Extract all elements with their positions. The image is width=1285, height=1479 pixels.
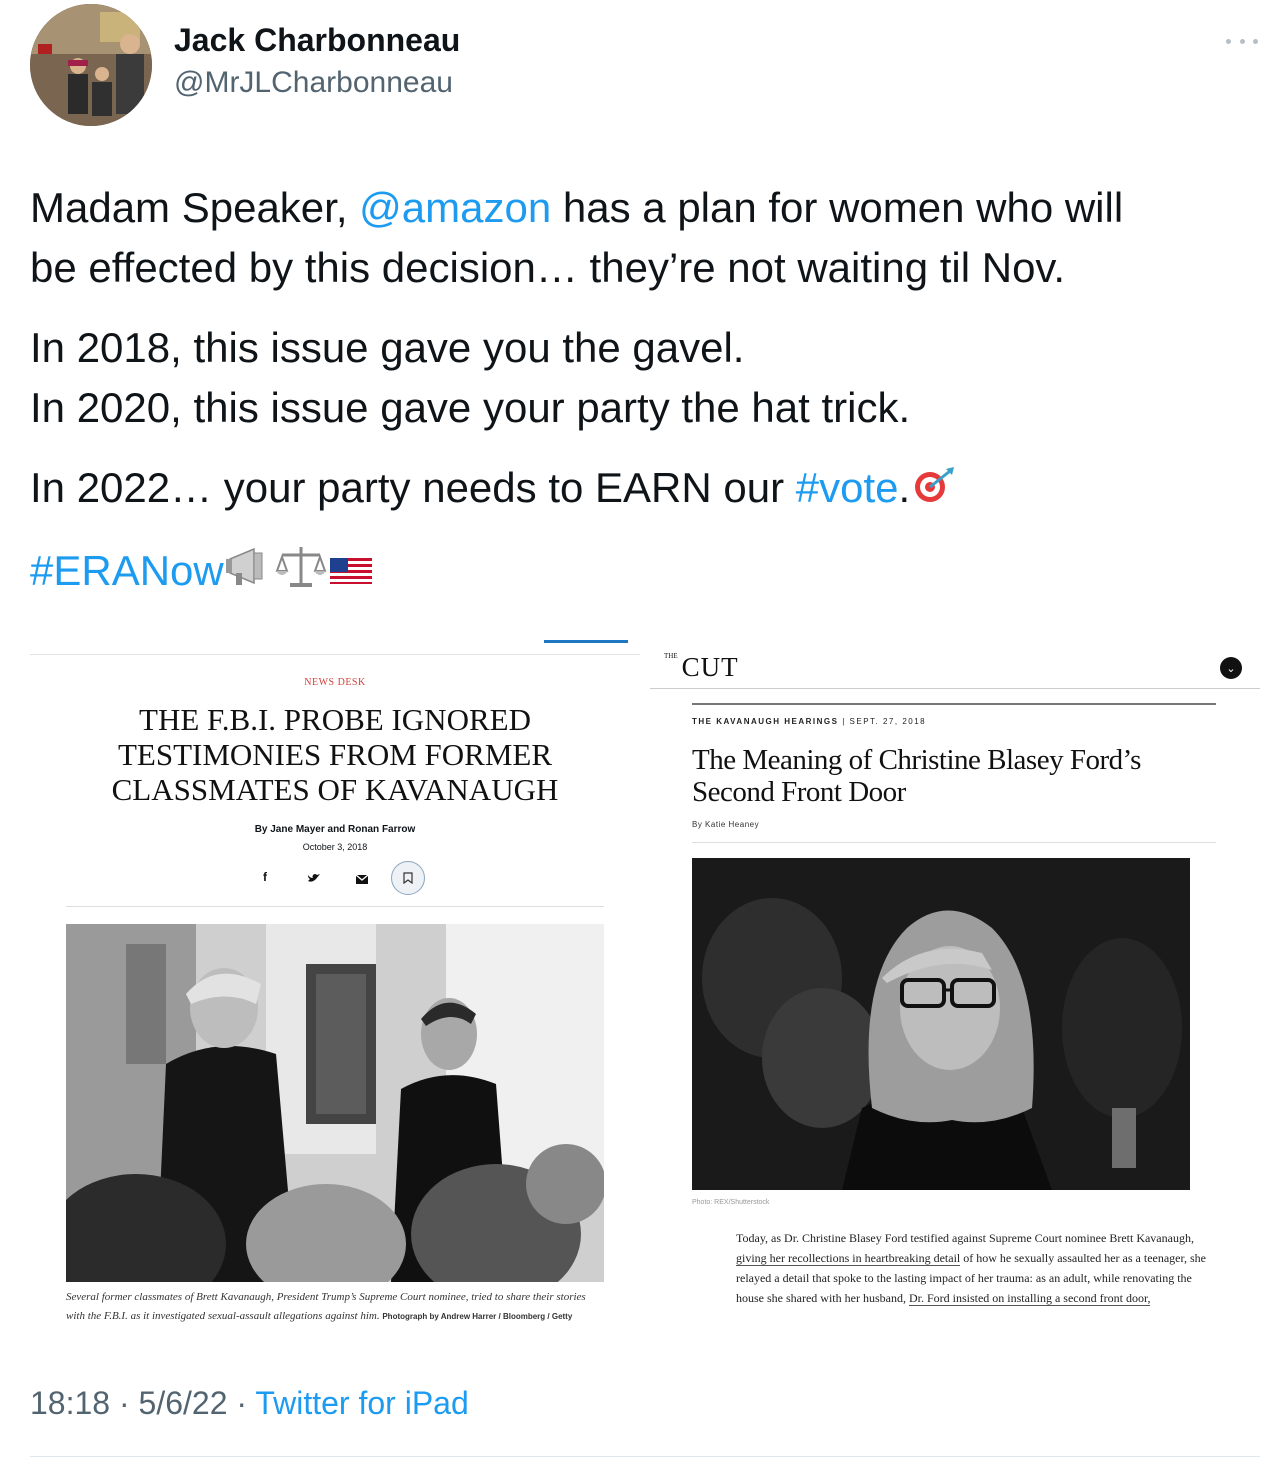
article-kicker: NEWS DESK [304, 677, 366, 688]
tweet-time[interactable]: 18:18 [30, 1385, 110, 1421]
article-byline: By Katie Heaney [692, 820, 760, 829]
article-photo [66, 924, 604, 1282]
top-accent-line [544, 640, 628, 643]
tweet-source-link[interactable]: Twitter for iPad [255, 1385, 468, 1421]
email-icon [355, 873, 369, 887]
divider [692, 703, 1216, 705]
avatar[interactable] [30, 4, 152, 126]
article-headline: THE F.B.I. PROBE IGNORED TESTIMONIES FRO… [111, 702, 559, 807]
site-logo: THE CUT [664, 652, 739, 682]
article-date: October 3, 2018 [302, 842, 368, 852]
photo-credit: Photograph by Andrew Harrer / Bloomberg … [382, 1312, 573, 1321]
tweet-line-3: In 2018, this issue gave you the gavel. [30, 324, 745, 371]
article-byline: By Jane Mayer and Ronan Farrow [254, 824, 416, 835]
article-screenshot-right[interactable]: THE CUT ⌄ THE KAVANAUGH HEARINGS | SEPT. … [650, 630, 1260, 1350]
tweet-line-1: Madam Speaker, @amazon has a plan for wo… [30, 184, 1124, 231]
mention-link[interactable]: @amazon [359, 184, 551, 231]
tweet-metadata: 18:18 · 5/6/22 · Twitter for iPad [30, 1385, 469, 1421]
article-screenshot-left[interactable]: NEWS DESK THE F.B.I. PROBE IGNORED TESTI… [30, 630, 640, 1350]
tweet-line-2: be effected by this decision… they’re no… [30, 244, 1065, 291]
tweet-line-6: #ERANow [30, 541, 1260, 605]
share-row: f [30, 862, 640, 896]
article-kicker: THE KAVANAUGH HEARINGS | SEPT. 27, 2018 [692, 717, 927, 726]
facebook-icon: f [263, 870, 267, 884]
divider [30, 654, 640, 655]
avatar-photo [30, 4, 152, 126]
user-handle[interactable]: @MrJLCharbonneau [174, 66, 453, 100]
us-flag-icon [328, 544, 374, 604]
article-link: giving her recollections in heartbreakin… [736, 1251, 961, 1266]
hashtag-vote-link[interactable]: #vote [796, 464, 899, 511]
divider [66, 906, 604, 907]
divider [30, 1456, 1260, 1457]
display-name[interactable]: Jack Charbonneau [174, 22, 460, 59]
direct-hit-icon [910, 461, 956, 521]
tweet-line-5: In 2022… your party needs to EARN our #v… [30, 458, 1260, 521]
article-photo [692, 858, 1190, 1190]
tweet-text: Madam Speaker, @amazon has a plan for wo… [30, 178, 1260, 605]
tweet-media[interactable]: NEWS DESK THE F.B.I. PROBE IGNORED TESTI… [30, 630, 1260, 1350]
article-headline: The Meaning of Christine Blasey Ford’s Se… [692, 744, 1141, 808]
divider [650, 688, 1260, 689]
chevron-down-icon: ⌄ [1220, 657, 1242, 679]
article-body: Today, as Dr. Christine Blasey Ford test… [736, 1231, 1207, 1306]
article-link: Dr. Ford insisted on installing a second… [908, 1291, 1151, 1306]
hashtag-eranow-link[interactable]: #ERANow [30, 547, 224, 594]
tweet-date[interactable]: 5/6/22 [139, 1385, 228, 1421]
tweet-line-4: In 2020, this issue gave your party the … [30, 384, 911, 431]
more-options-icon[interactable] [1222, 26, 1262, 56]
twitter-icon [308, 872, 320, 886]
bookmark-icon [391, 861, 425, 895]
photo-credit: Photo: REX/Shutterstock [692, 1199, 770, 1206]
photo-caption: Several former classmates of Brett Kavan… [66, 1291, 586, 1322]
megaphone-icon [224, 543, 274, 605]
scales-icon [274, 543, 328, 605]
divider [692, 842, 1216, 843]
